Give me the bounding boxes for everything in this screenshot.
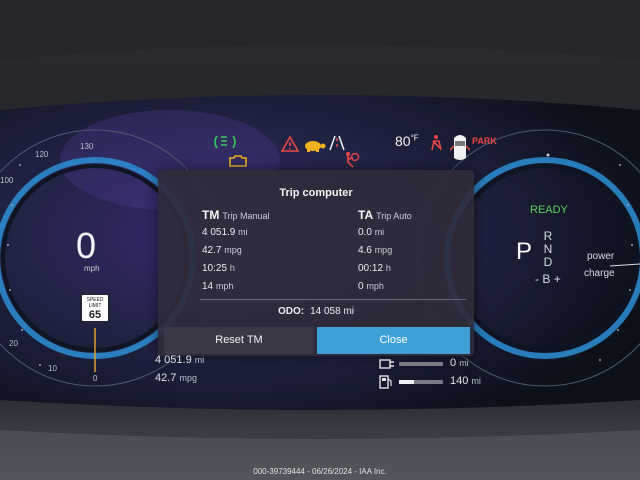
plug-icon — [379, 359, 394, 369]
temperature-unit: °F — [410, 133, 419, 143]
ready-indicator: READY — [530, 204, 568, 216]
trip-computer-dialog: Trip computer TM Trip Manual TA Trip Auto … — [158, 170, 474, 356]
speed-limit-sign: SPEED LIMIT 65 — [81, 294, 109, 322]
tm-speed-unit: mph — [215, 281, 234, 291]
ta-speed-value: 0 — [358, 281, 364, 292]
tm-distance-value: 4 051.9 — [202, 227, 236, 238]
gear-list: R N D — [541, 230, 555, 269]
charge-label: charge — [584, 268, 615, 279]
electric-range-unit: mi — [459, 358, 469, 368]
speed-tick-20: 20 — [9, 339, 18, 348]
close-button[interactable]: Close — [317, 327, 470, 354]
warning-triangle-icon — [281, 136, 299, 152]
bottom-trip-economy-unit: mpg — [179, 373, 197, 383]
current-gear: P — [516, 238, 533, 265]
speed-tick-130: 130 — [80, 142, 94, 151]
bottom-trip-distance-unit: mi — [194, 355, 205, 365]
odometer: ODO: 14 058 mi — [158, 306, 474, 317]
seatbelt-icon — [431, 135, 442, 151]
dialog-divider — [200, 299, 466, 300]
watermark-text: 000-39739444 - 06/26/2024 - IAA Inc. — [253, 467, 387, 476]
tm-time-unit: h — [229, 263, 235, 273]
bottom-trip-distance-value: 4 051.9 — [155, 354, 192, 366]
reset-tm-button[interactable]: Reset TM — [164, 327, 314, 354]
electric-range-value: 0 — [450, 357, 457, 369]
gear-plus: + — [553, 272, 561, 286]
tm-economy: 42.7 mpg — [202, 245, 242, 256]
ta-speed-unit: mph — [366, 281, 384, 291]
fuel-range-value: 140 — [450, 375, 469, 387]
fuel-pump-icon — [379, 375, 392, 389]
airbag-icon — [346, 152, 360, 168]
speed-limit-value: 65 — [88, 309, 102, 321]
ta-distance-value: 0.0 — [358, 227, 372, 238]
gear-d: D — [543, 255, 553, 269]
tm-speed: 14 mph — [202, 281, 233, 292]
speed-unit: mph — [84, 264, 100, 273]
dialog-title: Trip computer — [279, 187, 353, 199]
odo-value: 14 058 — [310, 306, 341, 317]
speed-tick-100: 100 — [0, 176, 14, 185]
tm-speed-value: 14 — [202, 281, 214, 292]
tm-economy-value: 42.7 — [202, 245, 222, 256]
lane-assist-icon — [329, 135, 345, 151]
speed-tick-10: 10 — [48, 364, 57, 373]
headlight-icon — [214, 135, 236, 149]
ta-speed: 0 mph — [358, 281, 384, 292]
ta-distance-unit: mi — [374, 227, 385, 237]
ta-header: TA Trip Auto — [358, 208, 412, 222]
fuel-range-unit: mi — [471, 376, 481, 386]
check-engine-icon — [229, 155, 247, 167]
bottom-trip-distance: 4 051.9 mi — [155, 354, 204, 366]
park-indicator: PARK — [472, 136, 497, 146]
speed-tick-120: 120 — [35, 150, 49, 159]
fuel-range: 140 mi — [450, 375, 481, 387]
tm-time: 10:25 h — [202, 263, 235, 274]
tm-distance-unit: mi — [238, 227, 248, 237]
temperature-value: 80 — [395, 133, 411, 149]
tm-economy-unit: mpg — [224, 245, 242, 255]
odo-unit: mi — [343, 306, 355, 317]
fuel-range-fill — [399, 380, 415, 384]
speed-readout: 0 — [76, 225, 97, 266]
ta-time-unit: h — [385, 263, 391, 273]
car-door-icon — [450, 135, 470, 160]
bottom-trip-economy: 42.7 mpg — [155, 372, 197, 384]
power-label: power — [587, 251, 615, 262]
ta-label: Trip Auto — [376, 211, 412, 221]
tm-time-value: 10:25 — [202, 263, 228, 274]
bottom-trip-economy-value: 42.7 — [155, 372, 177, 384]
tm-label: Trip Manual — [222, 211, 270, 221]
tm-distance: 4 051.9 mi — [202, 227, 248, 238]
ta-economy: 4.6 mpg — [358, 245, 392, 256]
tm-header: TM Trip Manual — [202, 208, 270, 222]
gear-minus: - — [535, 272, 539, 286]
ta-time-value: 00:12 — [358, 263, 384, 274]
gear-b: B — [542, 272, 551, 286]
speed-tick-0: 0 — [93, 374, 98, 383]
ta-economy-unit: mpg — [374, 245, 393, 255]
speed-limit-caption: SPEED LIMIT — [86, 297, 104, 309]
ta-economy-value: 4.6 — [358, 245, 372, 256]
electric-range: 0 mi — [450, 357, 469, 369]
ta-code: TA — [358, 208, 374, 222]
ta-time: 00:12 h — [358, 263, 391, 274]
odo-label: ODO: — [277, 306, 305, 317]
tm-code: TM — [202, 208, 220, 222]
ta-distance: 0.0 mi — [358, 227, 384, 238]
outside-temperature: 80°F — [395, 133, 419, 149]
fuel-range-bar — [399, 380, 443, 384]
turtle-icon — [305, 141, 326, 152]
electric-range-bar — [399, 362, 443, 366]
gear-b-row: - B + — [535, 272, 561, 286]
